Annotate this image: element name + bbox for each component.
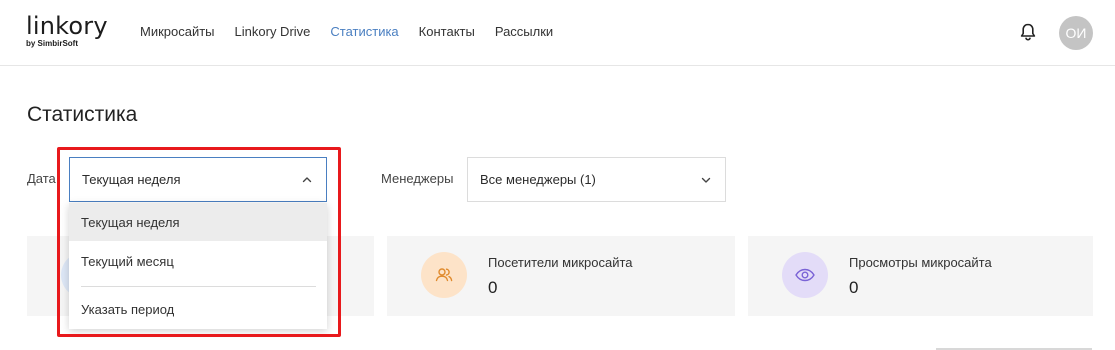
date-dropdown-menu: Текущая неделя Текущий месяц Указать пер…	[69, 203, 327, 329]
dropdown-option-current-month[interactable]: Текущий месяц	[69, 242, 327, 280]
date-filter-label: Дата	[27, 171, 56, 186]
nav-item-microsites[interactable]: Микросайты	[140, 24, 215, 39]
nav-item-mailings[interactable]: Рассылки	[495, 24, 553, 39]
dropdown-option-custom-period[interactable]: Указать период	[69, 290, 327, 328]
stat-card-value: 0	[849, 278, 859, 297]
logo-text: linkory	[26, 12, 108, 40]
top-header: linkory by SimbirSoft Микросайты Linkory…	[0, 0, 1115, 66]
managers-select-value: Все менеджеры (1)	[480, 172, 596, 187]
dropdown-divider	[81, 286, 316, 287]
managers-select[interactable]: Все менеджеры (1)	[467, 157, 726, 202]
stat-card-label: Просмотры микросайта	[849, 255, 992, 270]
bell-icon[interactable]	[1018, 22, 1038, 42]
date-select-value: Текущая неделя	[82, 172, 181, 187]
main-nav: Микросайты Linkory Drive Статистика Конт…	[140, 24, 573, 39]
date-select[interactable]: Текущая неделя	[69, 157, 327, 202]
stat-card-visitors: Посетители микросайта 0	[387, 236, 735, 316]
nav-item-statistics[interactable]: Статистика	[330, 24, 398, 39]
user-avatar[interactable]: ОИ	[1059, 16, 1093, 50]
chevron-up-icon	[300, 173, 314, 187]
stat-card-value: 0	[488, 278, 498, 297]
nav-item-contacts[interactable]: Контакты	[419, 24, 475, 39]
dropdown-option-current-week[interactable]: Текущая неделя	[69, 203, 327, 241]
eye-icon	[782, 252, 828, 298]
users-icon	[421, 252, 467, 298]
logo[interactable]: linkory by SimbirSoft	[26, 14, 108, 48]
page-title: Статистика	[27, 103, 138, 126]
nav-item-linkory-drive[interactable]: Linkory Drive	[235, 24, 311, 39]
stat-card-label: Посетители микросайта	[488, 255, 633, 270]
chevron-down-icon	[699, 173, 713, 187]
logo-subtitle: by SimbirSoft	[26, 39, 79, 48]
stat-card-views: Просмотры микросайта 0	[748, 236, 1093, 316]
managers-filter-label: Менеджеры	[381, 171, 454, 186]
